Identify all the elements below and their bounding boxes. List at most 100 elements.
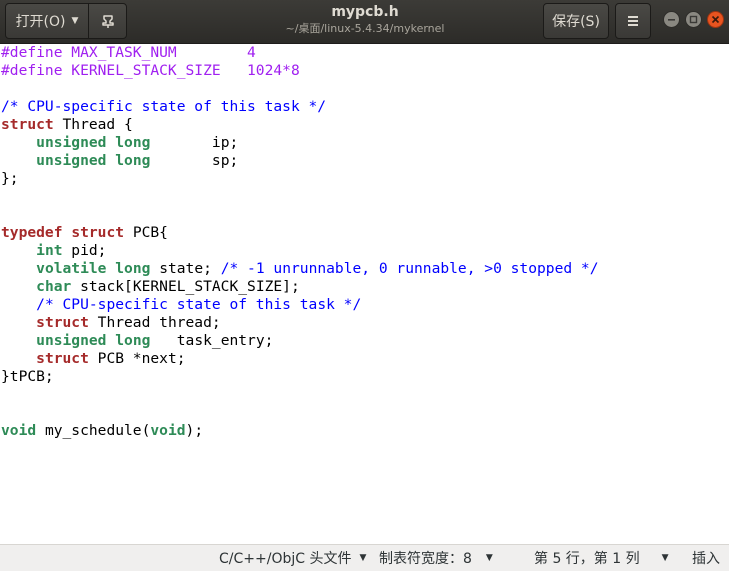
code-line[interactable]: #define MAX_TASK_NUM 4 (1, 44, 599, 62)
code-token: void (1, 422, 37, 439)
code-token: void (150, 422, 186, 439)
insert-mode-indicator[interactable]: 插入 (692, 545, 720, 571)
tab-width-selector[interactable]: 制表符宽度：8 ▼ (379, 545, 493, 571)
code-token: struct (36, 314, 89, 331)
window-minimize-button[interactable] (663, 11, 680, 28)
code-line[interactable]: }; (1, 170, 599, 188)
code-line[interactable] (1, 206, 599, 224)
code-line[interactable]: typedef struct PCB{ (1, 224, 599, 242)
language-label: C/C++/ObjC 头文件 (219, 551, 352, 567)
file-path: ~/桌面/linux-5.4.34/mykernel (285, 22, 445, 35)
code-line[interactable] (1, 386, 599, 404)
code-token: }tPCB; (1, 368, 54, 385)
code-line[interactable] (1, 188, 599, 206)
cursor-position-label: 第 5 行，第 1 列 (534, 551, 640, 567)
code-line[interactable]: #define KERNEL_STACK_SIZE 1024*8 (1, 62, 599, 80)
window-close-icon (711, 15, 720, 24)
code-token: long (115, 260, 151, 277)
code-token: ); (185, 422, 204, 439)
code-line[interactable]: unsigned long ip; (1, 134, 599, 152)
code-token: unsigned (36, 332, 107, 349)
text-editor[interactable]: #define MAX_TASK_NUM 4 #define KERNEL_STA… (0, 44, 729, 544)
code-token: #define MAX_TASK_NUM 4 (1, 44, 256, 61)
code-line[interactable]: unsigned long task_entry; (1, 332, 599, 350)
code-token: pid; (62, 242, 107, 259)
code-token: /* -1 unrunnable, 0 runnable, >0 stopped… (220, 260, 599, 277)
window-title: mypcb.h (331, 4, 399, 20)
cursor-position-selector[interactable]: 第 5 行，第 1 列 ▼ (534, 545, 669, 571)
code-token: volatile (36, 260, 107, 277)
menu-button[interactable] (615, 3, 651, 39)
window-close-button[interactable] (707, 11, 724, 28)
code-token: stack[KERNEL_STACK_SIZE]; (71, 278, 300, 295)
code-token: PCB{ (124, 224, 168, 241)
code-token: char (36, 278, 72, 295)
code-line[interactable]: struct Thread thread; (1, 314, 599, 332)
tab-width-label: 制表符宽度：8 (379, 551, 472, 567)
language-selector[interactable]: C/C++/ObjC 头文件 ▼ (219, 545, 366, 571)
chevron-down-icon: ▼ (71, 16, 79, 26)
code-token: ip; (150, 134, 239, 151)
code-line[interactable]: }tPCB; (1, 368, 599, 386)
save-button[interactable]: 保存(S) (543, 3, 609, 39)
pin-document-button[interactable] (89, 4, 126, 38)
open-button[interactable]: 打开(O) ▼ (6, 4, 89, 38)
header-bar: 打开(O) ▼ mypcb.h ~/桌面/linux-5.4.34/mykern… (0, 0, 729, 44)
pin-document-icon (101, 15, 114, 28)
hamburger-menu-icon (628, 16, 638, 26)
code-token: struct (36, 350, 89, 367)
code-line[interactable]: unsigned long sp; (1, 152, 599, 170)
chevron-down-icon: ▼ (661, 553, 669, 563)
code-token: unsigned (36, 152, 107, 169)
code-line[interactable]: struct Thread { (1, 116, 599, 134)
code-token: struct (71, 224, 125, 241)
code-line[interactable]: void my_schedule(void); (1, 422, 599, 440)
code-line[interactable] (1, 80, 599, 98)
code-line[interactable]: char stack[KERNEL_STACK_SIZE]; (1, 278, 599, 296)
open-button-label: 打开(O) (15, 14, 66, 30)
code-line[interactable]: struct PCB *next; (1, 350, 599, 368)
code-line[interactable]: /* CPU-specific state of this task */ (1, 296, 599, 314)
code-token: sp; (150, 152, 239, 169)
code-token: int (36, 242, 63, 259)
code-view[interactable]: #define MAX_TASK_NUM 4 #define KERNEL_STA… (1, 44, 599, 440)
code-line[interactable]: /* CPU-specific state of this task */ (1, 98, 599, 116)
code-token: long (115, 134, 151, 151)
code-line[interactable]: volatile long state; /* -1 unrunnable, 0… (1, 260, 599, 278)
code-token: long (115, 332, 151, 349)
code-token: /* CPU-specific state of this task */ (36, 296, 362, 313)
status-bar: C/C++/ObjC 头文件 ▼ 制表符宽度：8 ▼ 第 5 行，第 1 列 ▼… (0, 544, 729, 571)
insert-mode-label: 插入 (692, 551, 720, 567)
window-minimize-icon (668, 19, 675, 21)
code-token: }; (1, 170, 19, 187)
chevron-down-icon: ▼ (359, 553, 367, 563)
window-maximize-button[interactable] (685, 11, 702, 28)
code-token: task_entry; (150, 332, 274, 349)
code-token: Thread thread; (88, 314, 221, 331)
code-line[interactable] (1, 404, 599, 422)
title-block: mypcb.h ~/桌面/linux-5.4.34/mykernel (200, 3, 530, 37)
code-token: struct (1, 116, 54, 133)
code-token: unsigned (36, 134, 107, 151)
code-token: /* CPU-specific state of this task */ (1, 98, 327, 115)
code-token: state; (150, 260, 221, 277)
code-token: #define KERNEL_STACK_SIZE 1024*8 (1, 62, 300, 79)
code-line[interactable]: int pid; (1, 242, 599, 260)
open-button-group: 打开(O) ▼ (5, 3, 127, 39)
code-token: long (115, 152, 151, 169)
save-button-label: 保存(S) (552, 14, 600, 30)
window-maximize-icon (689, 15, 698, 24)
